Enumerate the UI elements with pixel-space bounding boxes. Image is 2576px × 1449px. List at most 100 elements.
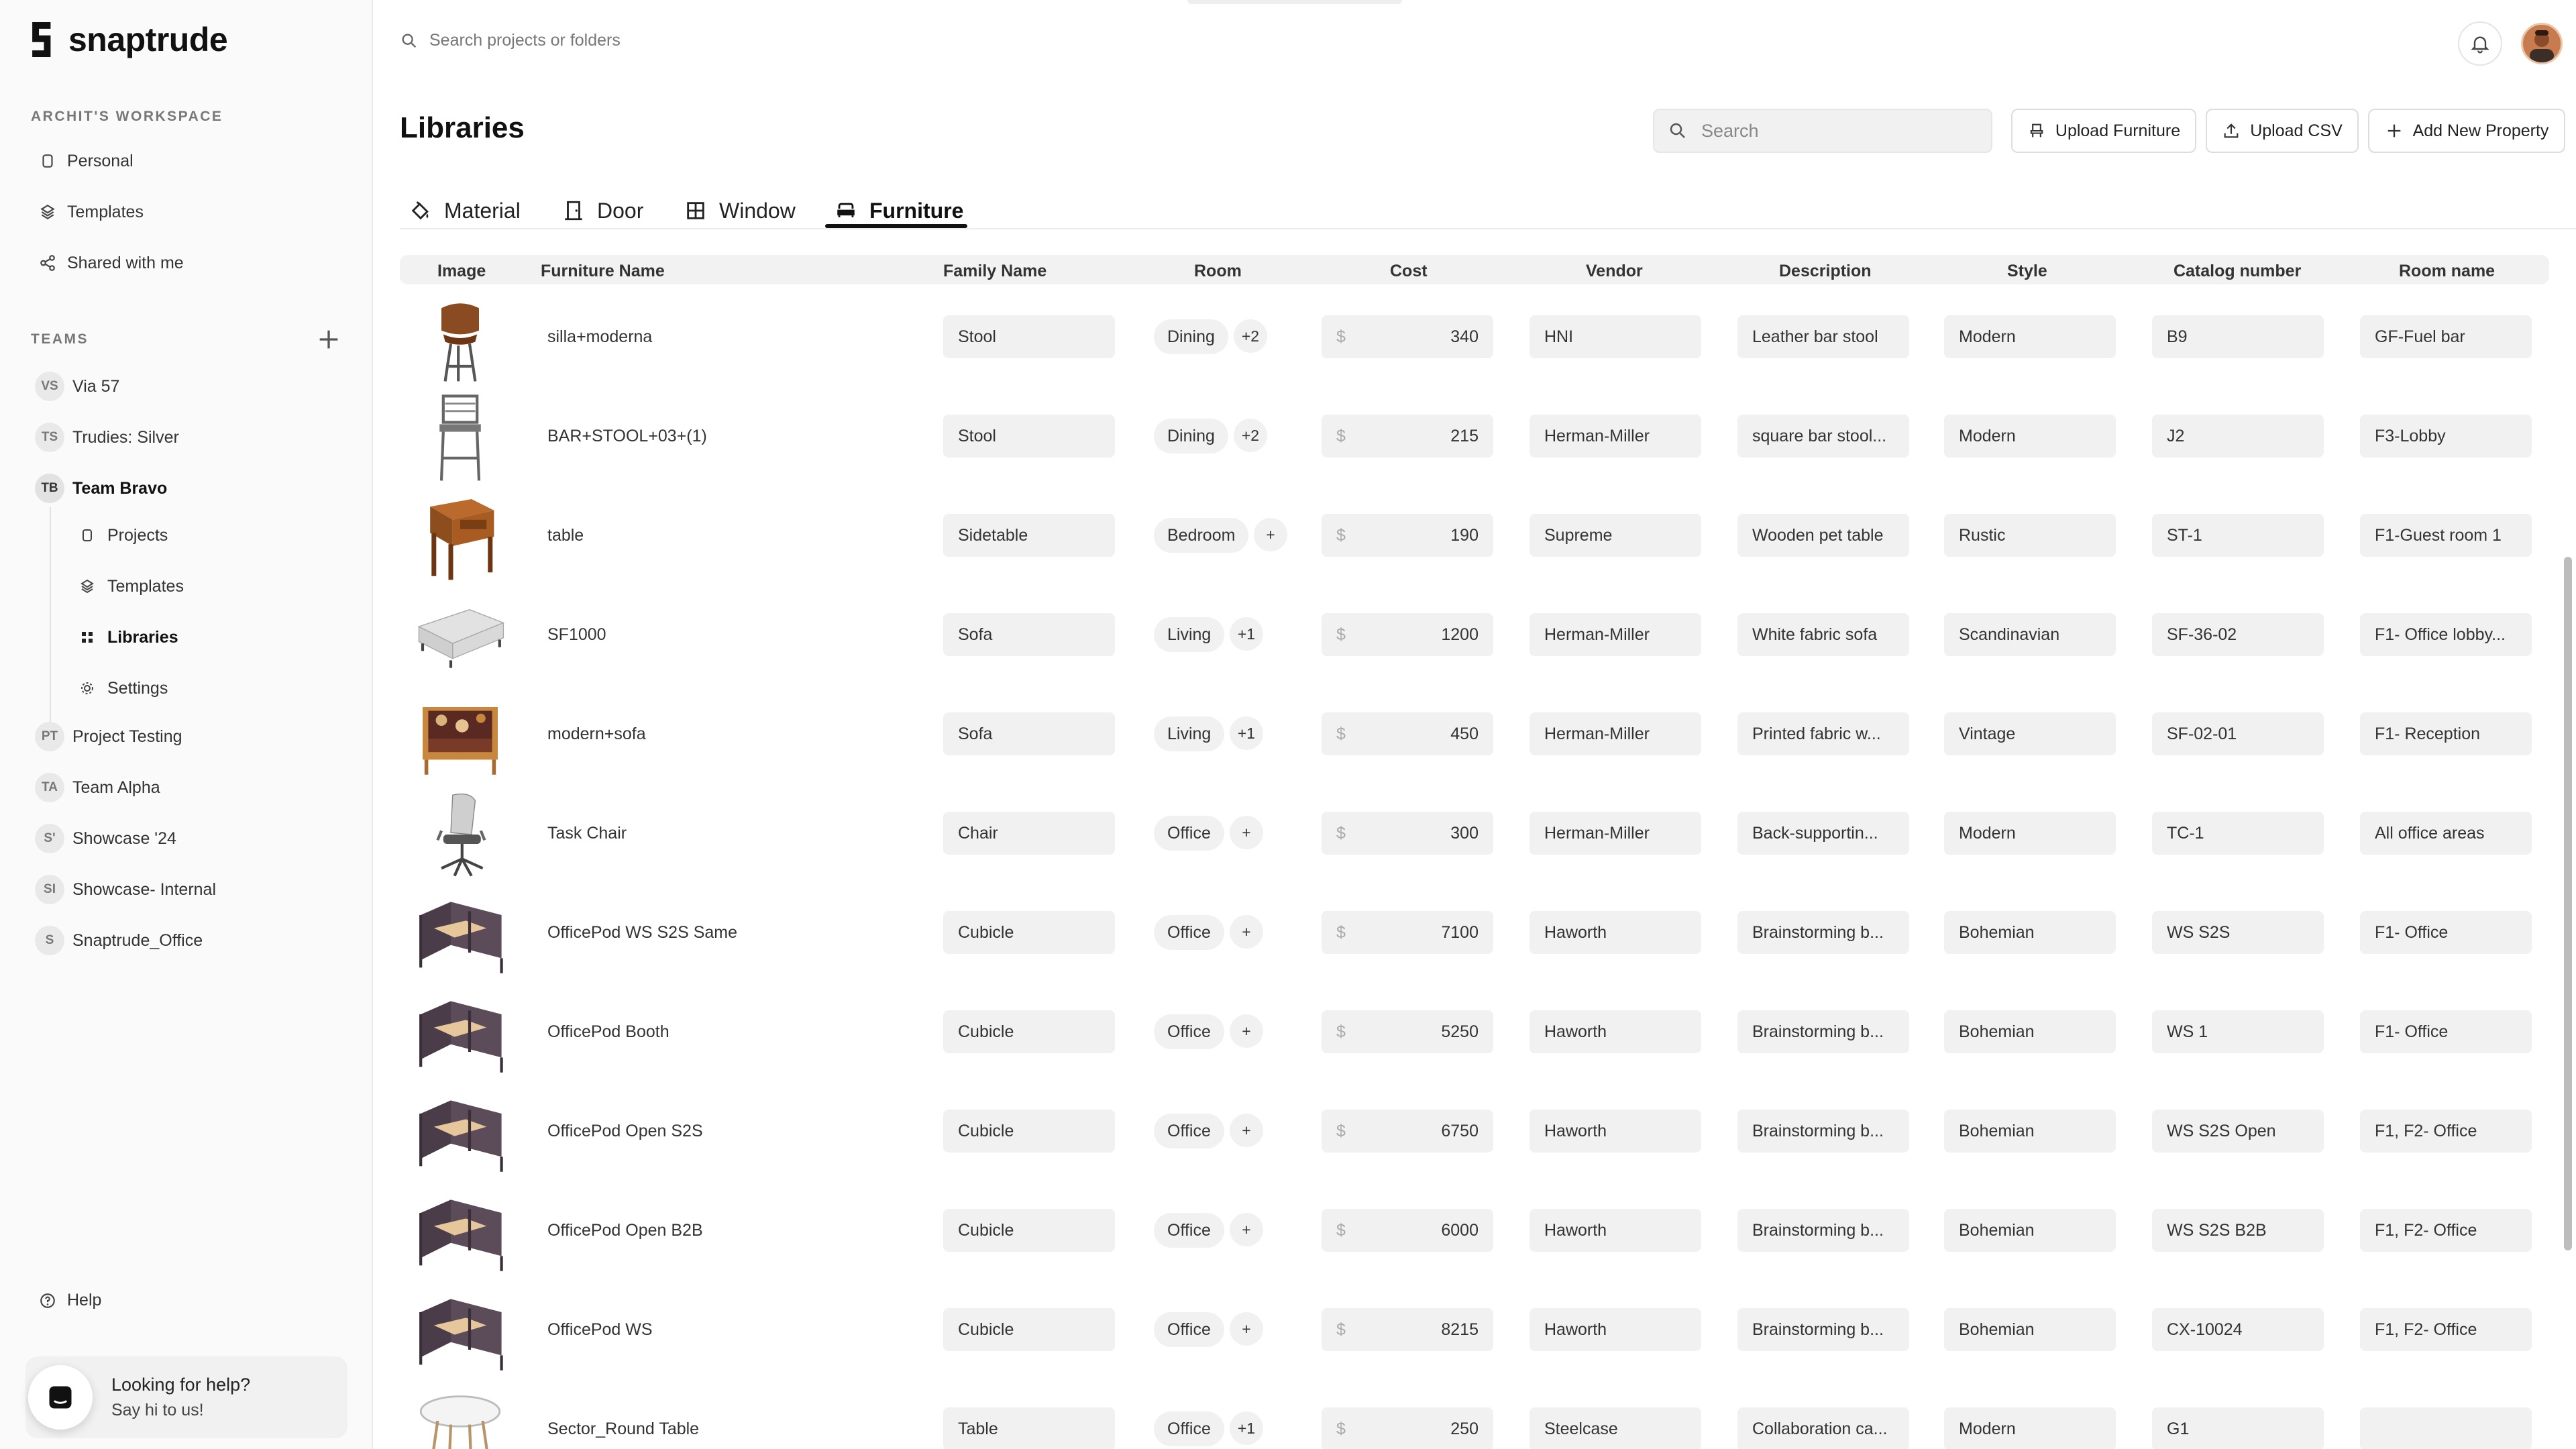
style-field[interactable]: Modern [1944, 1407, 2116, 1449]
furniture-thumbnail[interactable] [413, 589, 507, 682]
vendor-field[interactable]: Supreme [1529, 514, 1701, 557]
vendor-field[interactable]: Haworth [1529, 1010, 1701, 1053]
furniture-thumbnail[interactable] [413, 788, 507, 880]
family-name-field[interactable]: Stool [943, 415, 1115, 458]
notifications-button[interactable] [2458, 21, 2502, 66]
add-new-property-button[interactable]: Add New Property [2368, 109, 2565, 153]
furniture-thumbnail[interactable] [413, 1085, 507, 1178]
room-more-button[interactable]: +1 [1230, 617, 1263, 651]
description-field[interactable]: Brainstorming b... [1737, 1209, 1909, 1252]
room-name-field[interactable]: F1, F2- Office [2360, 1209, 2532, 1252]
table-row[interactable]: OfficePod Booth Cubicle Office + $5250 Hawort… [400, 983, 2549, 1081]
cost-field[interactable]: $450 [1322, 712, 1493, 755]
table-row[interactable]: OfficePod WS S2S Same Cubicle Office + $7100… [400, 884, 2549, 982]
furniture-name[interactable]: BAR+STOOL+03+(1) [547, 425, 707, 447]
upload-furniture-button[interactable]: Upload Furniture [2011, 109, 2196, 153]
team-via57[interactable]: VS Via 57 [35, 372, 119, 401]
catalog-number-field[interactable]: SF-36-02 [2152, 613, 2324, 656]
col-image[interactable]: Image [437, 262, 486, 281]
room-chip[interactable]: Office [1154, 915, 1224, 950]
nav-shared[interactable]: Shared with me [39, 250, 184, 276]
room-chip[interactable]: Living [1154, 617, 1225, 652]
cost-field[interactable]: $6000 [1322, 1209, 1493, 1252]
room-name-field[interactable] [2360, 1407, 2532, 1449]
room-more-button[interactable]: +1 [1230, 1411, 1263, 1445]
col-cost[interactable]: Cost [1390, 262, 1428, 281]
description-field[interactable]: Brainstorming b... [1737, 911, 1909, 954]
table-row[interactable]: modern+sofa Sofa Living +1 $450 Herman-Miller… [400, 686, 2549, 784]
catalog-number-field[interactable]: WS 1 [2152, 1010, 2324, 1053]
style-field[interactable]: Scandinavian [1944, 613, 2116, 656]
cost-field[interactable]: $1200 [1322, 613, 1493, 656]
col-furniture-name[interactable]: Furniture Name [541, 262, 665, 281]
furniture-name[interactable]: OfficePod WS S2S Same [547, 922, 737, 943]
cost-field[interactable]: $190 [1322, 514, 1493, 557]
room-name-field[interactable]: F1- Office [2360, 911, 2532, 954]
room-name-field[interactable]: F1, F2- Office [2360, 1110, 2532, 1152]
furniture-thumbnail[interactable] [413, 291, 507, 384]
team-snaptrude-office[interactable]: S Snaptrude_Office [35, 926, 203, 955]
room-chip[interactable]: Office [1154, 816, 1224, 851]
furniture-name[interactable]: OfficePod WS [547, 1319, 653, 1340]
add-team-icon[interactable] [315, 326, 342, 353]
furniture-thumbnail[interactable] [413, 1383, 507, 1449]
room-more-button[interactable]: + [1230, 1114, 1263, 1147]
description-field[interactable]: Leather bar stool [1737, 315, 1909, 358]
cost-field[interactable]: $6750 [1322, 1110, 1493, 1152]
library-search-input[interactable] [1700, 119, 1971, 142]
style-field[interactable]: Bohemian [1944, 1308, 2116, 1351]
family-name-field[interactable]: Chair [943, 812, 1115, 855]
team-showcase-internal[interactable]: SI Showcase- Internal [35, 875, 216, 904]
room-chip[interactable]: Office [1154, 1114, 1224, 1148]
style-field[interactable]: Rustic [1944, 514, 2116, 557]
vendor-field[interactable]: Steelcase [1529, 1407, 1701, 1449]
sub-libraries[interactable]: Libraries [79, 624, 178, 651]
table-row[interactable]: OfficePod Open B2B Cubicle Office + $6000 Haw… [400, 1182, 2549, 1280]
col-style[interactable]: Style [2007, 262, 2047, 281]
description-field[interactable]: Collaboration ca... [1737, 1407, 1909, 1449]
style-field[interactable]: Bohemian [1944, 911, 2116, 954]
family-name-field[interactable]: Cubicle [943, 1209, 1115, 1252]
style-field[interactable]: Bohemian [1944, 1110, 2116, 1152]
catalog-number-field[interactable]: B9 [2152, 315, 2324, 358]
team-trudies-silver[interactable]: TS Trudies: Silver [35, 423, 179, 452]
cost-field[interactable]: $8215 [1322, 1308, 1493, 1351]
room-name-field[interactable]: F1- Office lobby... [2360, 613, 2532, 656]
room-name-field[interactable]: F3-Lobby [2360, 415, 2532, 458]
family-name-field[interactable]: Cubicle [943, 911, 1115, 954]
chat-widget[interactable]: Looking for help? Say hi to us! [25, 1356, 347, 1438]
furniture-thumbnail[interactable] [413, 1284, 507, 1377]
furniture-thumbnail[interactable] [413, 390, 507, 483]
vendor-field[interactable]: Haworth [1529, 1308, 1701, 1351]
help-link[interactable]: Help [39, 1291, 101, 1310]
description-field[interactable]: Brainstorming b... [1737, 1010, 1909, 1053]
room-more-button[interactable]: + [1230, 816, 1263, 849]
description-field[interactable]: square bar stool... [1737, 415, 1909, 458]
chat-button[interactable] [28, 1365, 93, 1430]
catalog-number-field[interactable]: ST-1 [2152, 514, 2324, 557]
description-field[interactable]: Wooden pet table [1737, 514, 1909, 557]
style-field[interactable]: Modern [1944, 415, 2116, 458]
room-more-button[interactable]: + [1254, 518, 1287, 551]
style-field[interactable]: Bohemian [1944, 1010, 2116, 1053]
room-chip[interactable]: Dining [1154, 419, 1228, 453]
room-more-button[interactable]: + [1230, 915, 1263, 949]
cost-field[interactable]: $5250 [1322, 1010, 1493, 1053]
style-field[interactable]: Modern [1944, 812, 2116, 855]
sub-projects[interactable]: Projects [79, 522, 168, 549]
style-field[interactable]: Modern [1944, 315, 2116, 358]
room-name-field[interactable]: F1, F2- Office [2360, 1308, 2532, 1351]
furniture-name[interactable]: modern+sofa [547, 723, 646, 745]
style-field[interactable]: Vintage [1944, 712, 2116, 755]
col-room[interactable]: Room [1194, 262, 1242, 281]
furniture-name[interactable]: OfficePod Open S2S [547, 1120, 703, 1142]
room-chip[interactable]: Office [1154, 1014, 1224, 1049]
room-name-field[interactable]: F1-Guest room 1 [2360, 514, 2532, 557]
table-row[interactable]: BAR+STOOL+03+(1) Stool Dining +2 $215 Herman-… [400, 388, 2549, 486]
col-vendor[interactable]: Vendor [1586, 262, 1643, 281]
family-name-field[interactable]: Cubicle [943, 1110, 1115, 1152]
cost-field[interactable]: $340 [1322, 315, 1493, 358]
vendor-field[interactable]: HNI [1529, 315, 1701, 358]
furniture-name[interactable]: Sector_Round Table [547, 1418, 699, 1440]
description-field[interactable]: White fabric sofa [1737, 613, 1909, 656]
